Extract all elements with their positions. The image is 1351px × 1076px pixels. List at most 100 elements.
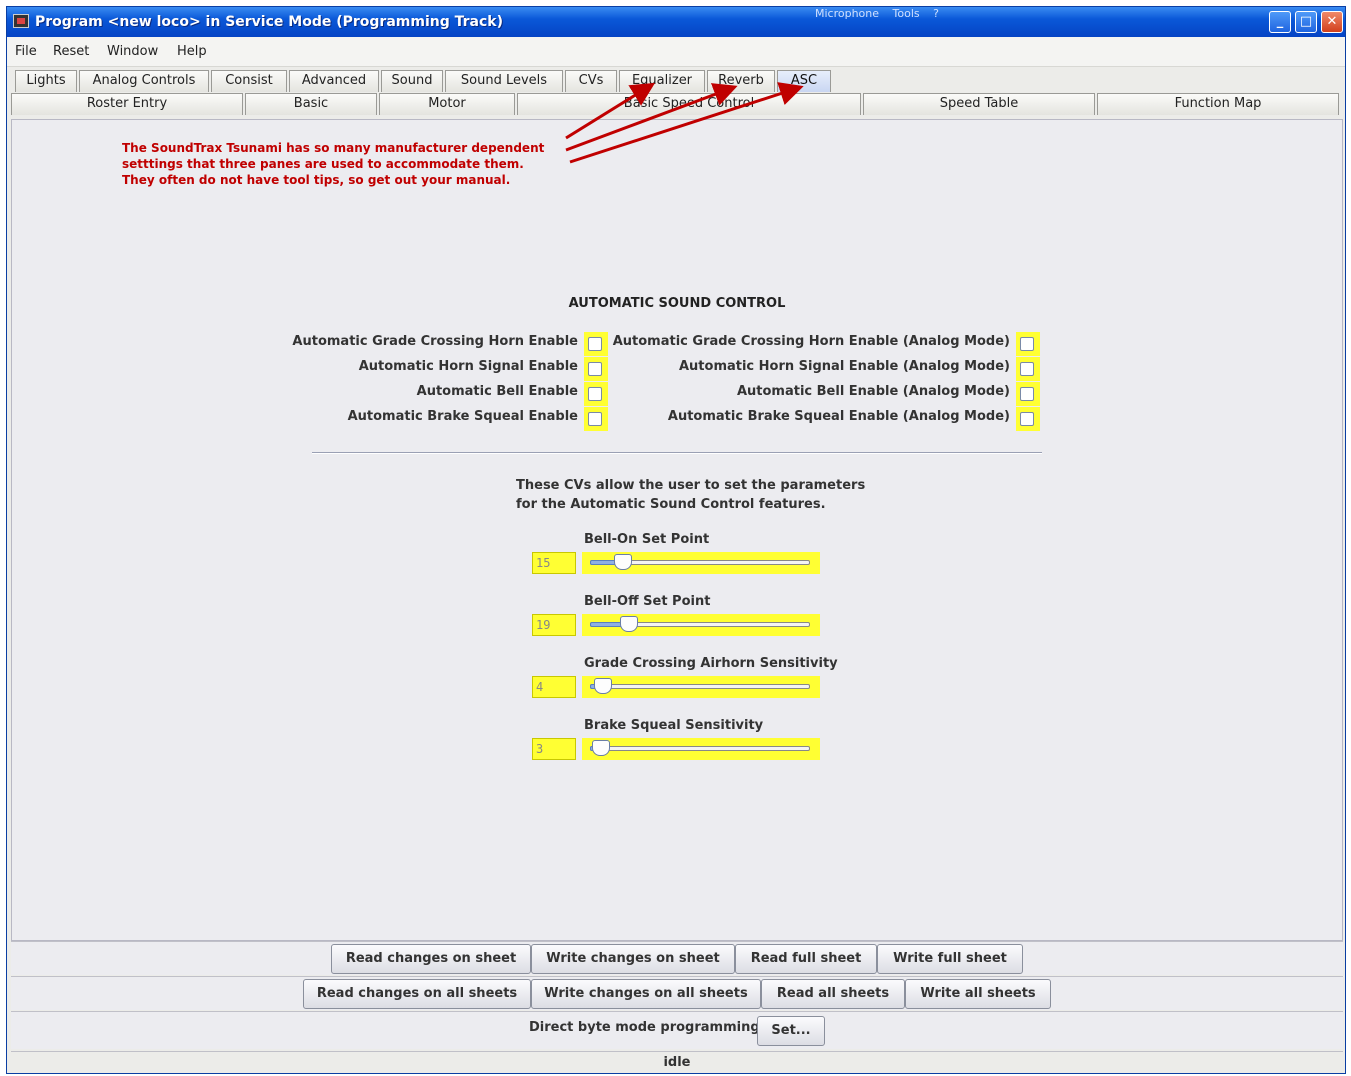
tab-function-map[interactable]: Function Map [1097, 93, 1339, 115]
checkbox[interactable] [1016, 357, 1040, 381]
close-icon[interactable]: ✕ [1321, 11, 1343, 33]
annotation-line: The SoundTrax Tsunami has so many manufa… [122, 141, 545, 155]
program-window: Program <new loco> in Service Mode (Prog… [6, 6, 1346, 1074]
read-changes-on-all-sheets-button[interactable]: Read changes on all sheets [303, 979, 531, 1009]
section-divider [312, 452, 1042, 454]
menu-window[interactable]: Window [107, 44, 158, 59]
tab-cvs[interactable]: CVs [565, 70, 617, 92]
tab-asc[interactable]: ASC [777, 70, 831, 92]
checkbox-bell[interactable]: Automatic Bell Enable [262, 382, 608, 406]
description-line: These CVs allow the user to set the para… [516, 478, 866, 493]
checkbox-brake-squeal-analog[interactable]: Automatic Brake Squeal Enable (Analog Mo… [612, 407, 1040, 431]
tab-advanced[interactable]: Advanced [289, 70, 379, 92]
slider-label: Brake Squeal Sensitivity [584, 718, 764, 733]
slider-grade-crossing-airhorn-sensitivity: Grade Crossing Airhorn Sensitivity 4 [532, 656, 838, 708]
tab-row-2: Roster Entry Basic Motor Basic Speed Con… [7, 93, 1345, 115]
slider-thumb[interactable] [620, 616, 639, 632]
tab-analog-controls[interactable]: Analog Controls [79, 70, 209, 92]
sheet-button-row: Read changes on sheet Write changes on s… [11, 941, 1343, 975]
direct-byte-row: Direct byte mode programming Set... [11, 1011, 1343, 1049]
asc-panel: The SoundTrax Tsunami has so many manufa… [11, 119, 1343, 941]
checkbox-label: Automatic Brake Squeal Enable [347, 409, 578, 424]
annotation-line: They often do not have tool tips, so get… [122, 173, 511, 187]
read-changes-on-sheet-button[interactable]: Read changes on sheet [331, 944, 531, 974]
slider-track[interactable] [590, 746, 810, 751]
tools-button[interactable]: Tools [893, 7, 920, 20]
checkbox-label: Automatic Bell Enable (Analog Mode) [736, 384, 1010, 399]
write-full-sheet-button[interactable]: Write full sheet [877, 944, 1023, 974]
checkbox-label: Automatic Grade Crossing Horn Enable (An… [612, 334, 1010, 349]
tab-motor[interactable]: Motor [379, 93, 515, 115]
checkbox-label: Automatic Brake Squeal Enable (Analog Mo… [667, 409, 1010, 424]
tab-reverb[interactable]: Reverb [707, 70, 775, 92]
tab-consist[interactable]: Consist [211, 70, 287, 92]
tab-basic[interactable]: Basic [245, 93, 377, 115]
slider-thumb[interactable] [592, 740, 611, 756]
maximize-icon[interactable]: □ [1295, 11, 1317, 33]
checkbox-grade-crossing-horn[interactable]: Automatic Grade Crossing Horn Enable [262, 332, 608, 356]
microphone-button[interactable]: Microphone [815, 7, 879, 20]
read-full-sheet-button[interactable]: Read full sheet [735, 944, 877, 974]
direct-byte-label: Direct byte mode programming [529, 1020, 760, 1035]
annotation-line: setttings that three panes are used to a… [122, 157, 524, 171]
checkbox-horn-signal-analog[interactable]: Automatic Horn Signal Enable (Analog Mod… [612, 357, 1040, 381]
slider-bell-off-set-point: Bell-Off Set Point 19 [532, 594, 832, 646]
menu-help[interactable]: Help [177, 44, 207, 59]
checkbox-label: Automatic Bell Enable [416, 384, 578, 399]
checkbox[interactable] [1016, 332, 1040, 356]
slider-value-field[interactable]: 4 [532, 676, 576, 698]
checkbox[interactable] [584, 357, 608, 381]
checkbox-horn-signal[interactable]: Automatic Horn Signal Enable [262, 357, 608, 381]
tab-roster-entry[interactable]: Roster Entry [11, 93, 243, 115]
slider-value-field[interactable]: 15 [532, 552, 576, 574]
tab-row-1: Lights Analog Controls Consist Advanced … [7, 70, 1345, 92]
checkbox-brake-squeal[interactable]: Automatic Brake Squeal Enable [262, 407, 608, 431]
tab-lights[interactable]: Lights [15, 70, 77, 92]
checkbox-label: Automatic Horn Signal Enable (Analog Mod… [678, 359, 1010, 374]
checkbox-grade-crossing-horn-analog[interactable]: Automatic Grade Crossing Horn Enable (An… [612, 332, 1040, 356]
title-bar[interactable]: Program <new loco> in Service Mode (Prog… [7, 7, 1345, 37]
slider-value-field[interactable]: 19 [532, 614, 576, 636]
write-all-sheets-button[interactable]: Write all sheets [905, 979, 1051, 1009]
status-bar: idle [11, 1051, 1343, 1073]
section-title: AUTOMATIC SOUND CONTROL [568, 296, 786, 311]
tab-equalizer[interactable]: Equalizer [619, 70, 705, 92]
floating-toolbar: Microphone Tools ? [815, 7, 1035, 21]
set-button[interactable]: Set... [757, 1016, 825, 1046]
slider-label: Bell-Off Set Point [584, 594, 711, 609]
checkbox[interactable] [584, 332, 608, 356]
tab-basic-speed-control[interactable]: Basic Speed Control [517, 93, 861, 115]
write-changes-on-sheet-button[interactable]: Write changes on sheet [531, 944, 735, 974]
description-line: for the Automatic Sound Control features… [516, 497, 826, 512]
tab-speed-table[interactable]: Speed Table [863, 93, 1095, 115]
slider-bell-on-set-point: Bell-On Set Point 15 [532, 532, 832, 584]
slider-label: Bell-On Set Point [584, 532, 710, 547]
slider-value-field[interactable]: 3 [532, 738, 576, 760]
checkbox-bell-analog[interactable]: Automatic Bell Enable (Analog Mode) [612, 382, 1040, 406]
write-changes-on-all-sheets-button[interactable]: Write changes on all sheets [531, 979, 761, 1009]
checkbox-label: Automatic Grade Crossing Horn Enable [292, 334, 578, 349]
help-icon[interactable]: ? [933, 7, 939, 20]
all-sheets-button-row: Read changes on all sheets Write changes… [11, 976, 1343, 1010]
checkbox[interactable] [1016, 382, 1040, 406]
slider-track[interactable] [590, 684, 810, 689]
slider-thumb[interactable] [614, 554, 633, 570]
slider-thumb[interactable] [594, 678, 613, 694]
minimize-icon[interactable]: _ [1269, 11, 1291, 33]
menu-bar: File Reset Window Help [7, 37, 1345, 67]
menu-file[interactable]: File [15, 44, 37, 59]
checkbox-label: Automatic Horn Signal Enable [358, 359, 578, 374]
menu-reset[interactable]: Reset [53, 44, 89, 59]
annotation-note: The SoundTrax Tsunami has so many manufa… [122, 140, 544, 188]
tab-sound-levels[interactable]: Sound Levels [445, 70, 563, 92]
slider-label: Grade Crossing Airhorn Sensitivity [584, 656, 838, 671]
checkbox[interactable] [584, 382, 608, 406]
cv-description: These CVs allow the user to set the para… [516, 476, 865, 514]
tab-sound[interactable]: Sound [381, 70, 443, 92]
window-title: Program <new loco> in Service Mode (Prog… [35, 14, 503, 30]
checkbox[interactable] [1016, 407, 1040, 431]
train-app-icon [13, 14, 29, 28]
read-all-sheets-button[interactable]: Read all sheets [761, 979, 905, 1009]
checkbox[interactable] [584, 407, 608, 431]
slider-brake-squeal-sensitivity: Brake Squeal Sensitivity 3 [532, 718, 832, 770]
